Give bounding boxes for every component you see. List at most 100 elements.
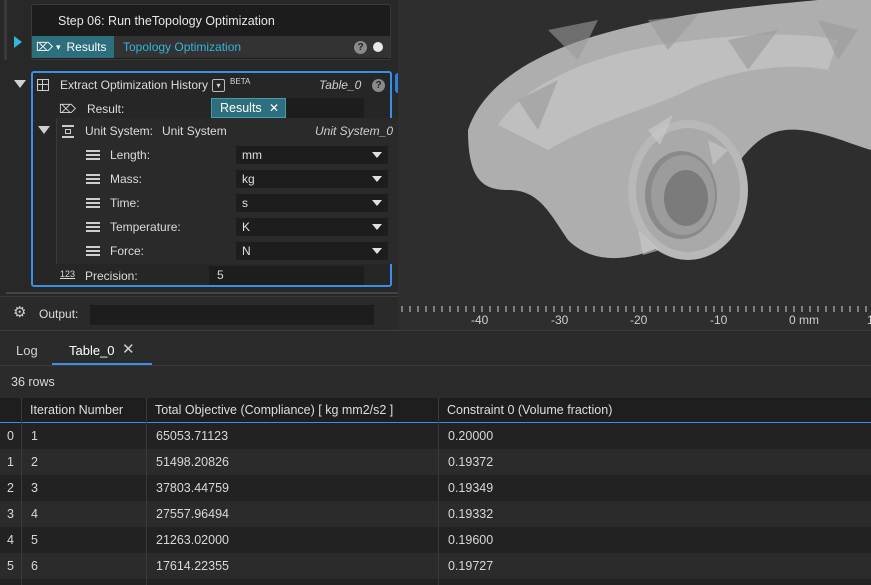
bottom-tabs: Log Table_0 ✕ <box>0 330 871 365</box>
table-row[interactable]: 3 4 27557.96494 0.19332 <box>0 501 871 527</box>
cell-iteration: 2 <box>31 455 38 469</box>
collapse-arrow-icon[interactable] <box>14 80 26 88</box>
mass-value: kg <box>242 172 255 186</box>
result-chip-label: Results <box>220 101 262 115</box>
output-label: Output: <box>39 307 79 321</box>
tab-log[interactable]: Log <box>16 343 38 358</box>
list-icon <box>86 174 100 184</box>
time-label: Time: <box>110 196 140 210</box>
3d-viewport[interactable]: -40 -30 -20 -10 0 mm 1 <box>398 0 871 330</box>
chevron-down-icon <box>372 224 382 230</box>
mass-select[interactable]: kg <box>235 169 389 189</box>
column-divider[interactable] <box>21 398 22 585</box>
cell-iteration: 5 <box>31 533 38 547</box>
step-title: Step 06: Run theTopology Optimization <box>58 14 275 28</box>
list-icon <box>86 222 100 232</box>
expand-arrow-icon[interactable] <box>14 36 22 48</box>
list-icon <box>86 198 100 208</box>
status-dot-icon <box>373 42 383 52</box>
cell-constraint: 0.19600 <box>448 533 494 547</box>
time-select[interactable]: s <box>235 193 389 213</box>
ruler-label: -30 <box>551 313 569 327</box>
chevron-down-icon <box>372 176 382 182</box>
result-chip[interactable]: Results ✕ <box>211 98 286 118</box>
precision-value: 5 <box>217 268 224 282</box>
extract-title: Extract Optimization History <box>60 78 209 92</box>
row-index: 5 <box>7 559 14 573</box>
force-label: Force: <box>110 244 145 258</box>
unit-system-label: Unit System: <box>85 124 154 138</box>
column-divider[interactable] <box>438 398 439 585</box>
results-button[interactable]: ⌦ ▾ Results <box>32 36 114 58</box>
cell-objective: 17614.22355 <box>156 559 229 573</box>
unit-system-icon <box>62 124 74 138</box>
row-index: 3 <box>7 507 14 521</box>
column-header-objective[interactable]: Total Objective (Compliance) [ kg mm2/s2… <box>155 403 393 417</box>
table-row[interactable]: 5 6 17614.22355 0.19727 <box>0 553 871 579</box>
column-header-iteration[interactable]: Iteration Number <box>30 403 123 417</box>
tab-table-0[interactable]: Table_0 <box>69 343 115 358</box>
temperature-value: K <box>242 220 251 234</box>
output-field[interactable] <box>90 305 374 325</box>
chevron-down-icon <box>372 248 382 254</box>
table-name: Table_0 <box>319 78 362 92</box>
table-row[interactable]: 0 1 65053.71123 0.20000 <box>0 423 871 449</box>
close-icon[interactable]: ✕ <box>269 101 279 115</box>
help-icon[interactable]: ? <box>354 41 367 54</box>
gear-icon: ⚙ <box>13 304 27 321</box>
result-label: Result: <box>86 102 125 116</box>
unit-system-node: Unit System: Unit System Unit System_0 ?… <box>56 118 416 264</box>
cell-constraint: 0.19372 <box>448 455 494 469</box>
table-icon <box>37 79 49 91</box>
cell-constraint: 0.19349 <box>448 481 494 495</box>
length-select[interactable]: mm <box>235 145 389 165</box>
row-index: 1 <box>7 455 14 469</box>
results-row: ⌦ ▾ Results Topology Optimization ? <box>32 36 390 58</box>
result-icon: ⌦ <box>36 40 53 54</box>
output-row: ⚙ Output: <box>0 296 398 330</box>
result-field[interactable]: Results ✕ <box>211 98 364 118</box>
cell-objective: 65053.71123 <box>156 429 229 443</box>
ruler-label: -20 <box>630 313 648 327</box>
column-divider[interactable] <box>146 398 147 585</box>
row-index: 0 <box>7 429 14 443</box>
ruler-label: 0 mm <box>789 313 819 327</box>
unit-system-name: Unit System_0 <box>315 124 394 138</box>
ruler: -40 -30 -20 -10 0 mm 1 <box>398 298 871 330</box>
table-row[interactable]: 2 3 37803.44759 0.19349 <box>0 475 871 501</box>
length-label: Length: <box>110 148 151 162</box>
help-icon[interactable]: ? <box>372 78 385 92</box>
table-row[interactable]: 1 2 51498.20826 0.19372 <box>0 449 871 475</box>
row-index: 4 <box>7 533 14 547</box>
workflow-panel: Step 06: Run theTopology Optimization ⌦ … <box>0 0 416 296</box>
list-icon <box>86 246 100 256</box>
cell-iteration: 4 <box>31 507 38 521</box>
tree-line <box>4 0 7 60</box>
step-card: Step 06: Run theTopology Optimization ⌦ … <box>31 4 391 60</box>
precision-label: Precision: <box>85 269 138 283</box>
cell-constraint: 0.19332 <box>448 507 494 521</box>
ruler-label: -10 <box>710 313 728 327</box>
precision-field[interactable]: 5 <box>209 266 364 285</box>
temperature-select[interactable]: K <box>235 217 389 237</box>
tab-divider <box>0 365 871 366</box>
dropdown-toggle-icon[interactable]: ▾ <box>212 78 226 92</box>
list-icon <box>86 150 100 160</box>
cell-objective: 37803.44759 <box>156 481 229 495</box>
ruler-label: 1 <box>867 313 871 327</box>
results-table: Iteration Number Total Objective (Compli… <box>0 398 871 585</box>
cell-objective: 21263.02000 <box>156 533 229 547</box>
column-header-constraint[interactable]: Constraint 0 (Volume fraction) <box>447 403 612 417</box>
cell-iteration: 6 <box>31 559 38 573</box>
force-select[interactable]: N <box>235 241 389 261</box>
chevron-down-icon <box>372 152 382 158</box>
close-icon[interactable]: ✕ <box>122 340 135 358</box>
time-value: s <box>242 196 248 210</box>
row-index: 2 <box>7 481 14 495</box>
cell-constraint: 0.20000 <box>448 429 494 443</box>
table-row[interactable]: 4 5 21263.02000 0.19600 <box>0 527 871 553</box>
topology-optimization-link[interactable]: Topology Optimization <box>123 40 241 54</box>
chevron-down-icon <box>372 200 382 206</box>
row-count: 36 rows <box>11 375 55 389</box>
collapse-arrow-icon[interactable] <box>38 126 50 134</box>
